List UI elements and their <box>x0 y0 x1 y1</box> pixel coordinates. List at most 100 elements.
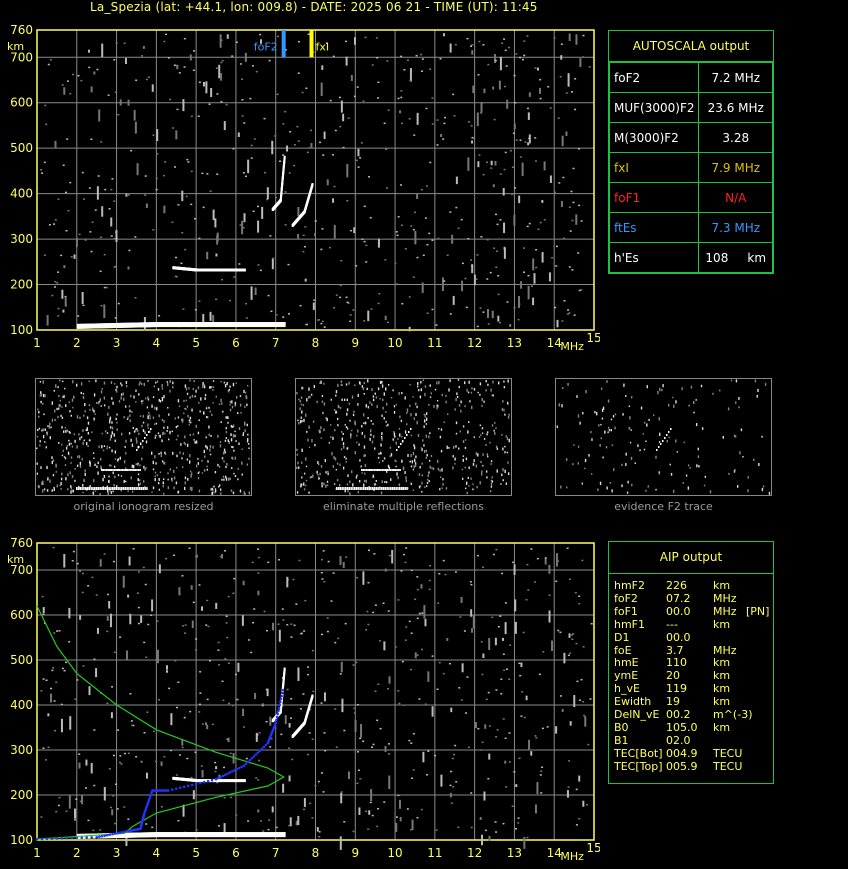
noise-dot <box>326 617 329 619</box>
thumb-dot <box>336 479 339 482</box>
noise-dot <box>152 134 155 136</box>
noise-dot <box>482 566 485 569</box>
thumb-dot <box>495 427 497 430</box>
thumb-dot <box>177 490 180 494</box>
noise-dot <box>463 630 466 632</box>
thumb-dot <box>192 433 195 436</box>
noise-dot <box>377 807 380 810</box>
noise-dot <box>326 179 329 186</box>
thumb-dot <box>47 477 49 481</box>
noise-dot <box>186 158 189 161</box>
thumb-dot <box>156 474 159 477</box>
thumb-dot <box>323 482 325 486</box>
noise-dot <box>77 74 80 77</box>
thumb-dot <box>79 437 81 441</box>
noise-dot <box>420 808 423 811</box>
noise-dot <box>384 745 387 752</box>
noise-dot <box>112 560 115 563</box>
thumb-trace <box>138 446 140 448</box>
noise-dot <box>575 642 578 645</box>
thumb-dot <box>147 415 149 420</box>
profile-blue-dot <box>182 785 186 789</box>
thumb-dot <box>207 460 209 463</box>
thumb-dot <box>448 446 450 449</box>
thumb-dot <box>341 384 343 387</box>
thumb-dot <box>428 480 430 483</box>
aip-cell: MHz <box>713 604 737 618</box>
profile-blue-dot <box>280 694 283 698</box>
noise-dot <box>127 99 130 106</box>
noise-dot <box>357 769 360 772</box>
noise-dot <box>114 783 117 785</box>
noise-dot <box>499 56 502 71</box>
noise-dot <box>360 723 363 738</box>
noise-dot <box>412 276 415 278</box>
noise-dot <box>136 592 139 594</box>
aip-cell <box>713 632 746 645</box>
noise-dot <box>394 262 397 265</box>
noise-dot <box>511 193 514 196</box>
noise-dot <box>482 173 485 176</box>
thumb-dot <box>142 429 145 433</box>
thumb-dot <box>628 427 631 430</box>
thumb-dot <box>584 467 586 470</box>
noise-dot <box>372 611 375 614</box>
noise-dot <box>181 739 184 746</box>
noise-dot <box>276 93 279 96</box>
noise-dot <box>278 629 281 642</box>
thumb-trace <box>135 487 137 490</box>
noise-dot <box>355 265 358 267</box>
noise-dot <box>515 139 518 141</box>
noise-dot <box>486 278 489 280</box>
noise-dot <box>248 639 251 641</box>
thumb-dot <box>202 385 204 389</box>
noise-dot <box>284 715 287 725</box>
x-tick-label: 15 <box>586 841 600 855</box>
thumb-dot <box>163 492 165 495</box>
thumb-dot <box>188 419 191 422</box>
thumb-dot <box>413 458 416 463</box>
noise-dot <box>51 669 54 672</box>
noise-dot <box>309 802 312 805</box>
noise-dot <box>334 641 337 644</box>
profile-blue-dot <box>217 776 220 780</box>
noise-dot <box>52 223 55 225</box>
thumb-dot <box>373 483 376 487</box>
thumb-dot <box>237 467 239 470</box>
profile-blue-dot <box>237 766 241 770</box>
thumb-dot <box>336 417 339 421</box>
thumb-dot <box>186 443 189 447</box>
thumb-dot <box>379 397 381 400</box>
noise-dot <box>45 123 48 126</box>
noise-dot <box>559 631 562 634</box>
thumb-dot <box>676 451 679 453</box>
noise-dot <box>568 578 571 581</box>
thumb-dot <box>44 394 46 398</box>
thumb-dot <box>465 481 468 485</box>
thumb-dot <box>201 472 204 474</box>
thumb-dot <box>194 441 196 444</box>
thumb-dot <box>482 453 484 456</box>
noise-dot <box>584 716 587 727</box>
noise-dot <box>79 800 82 803</box>
noise-dot <box>320 82 323 97</box>
noise-dot <box>83 198 86 200</box>
noise-dot <box>514 102 517 104</box>
thumb-dot <box>167 438 170 441</box>
noise-dot <box>156 649 159 664</box>
noise-dot <box>500 678 503 680</box>
thumb-dot <box>209 410 211 413</box>
thumb-dot <box>169 389 171 393</box>
noise-dot <box>460 596 463 603</box>
noise-dot <box>206 724 209 730</box>
thumb-dot <box>147 427 149 429</box>
noise-dot <box>311 649 314 652</box>
marker-foF2 <box>281 30 286 58</box>
thumb-dot <box>116 421 118 424</box>
noise-dot <box>163 755 166 758</box>
noise-dot <box>439 58 442 60</box>
thumb-dot <box>230 424 233 428</box>
thumb-dot <box>121 384 123 387</box>
noise-dot <box>330 600 333 602</box>
aip-cell: hmF1 <box>614 617 646 631</box>
